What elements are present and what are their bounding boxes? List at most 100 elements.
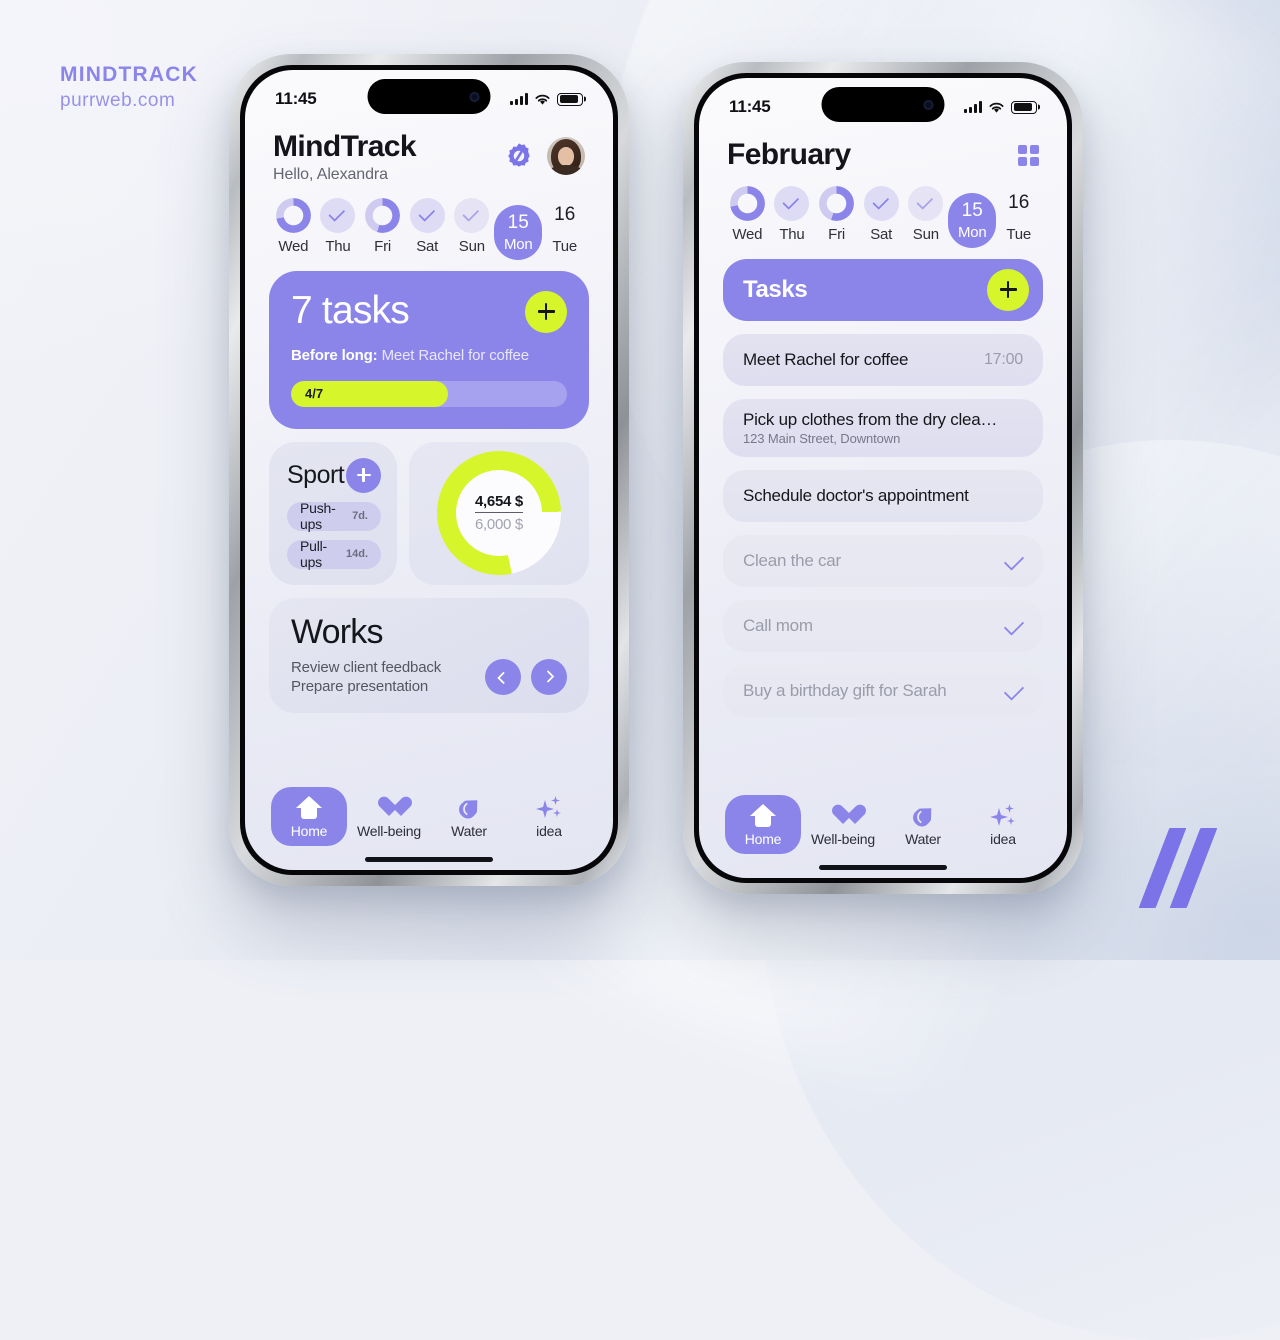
grid-view-icon[interactable] (1018, 145, 1039, 166)
works-card[interactable]: Works Review client feedback Prepare pre… (269, 597, 589, 713)
day-check (320, 197, 356, 233)
background-scene (0, 0, 1280, 1340)
tab-label: Well-being (357, 823, 421, 839)
task-row[interactable]: Buy a birthday gift for Sarah (723, 664, 1043, 717)
day-item-sun[interactable]: Sun (450, 197, 495, 255)
task-time: 17:00 (983, 350, 1023, 368)
status-indicators (510, 92, 583, 106)
cellular-signal-icon (964, 101, 982, 113)
sport-card[interactable]: Sport Push-ups 7d. Pull-ups 14d. (269, 441, 397, 585)
tasks-progress-bar: 4/7 (291, 380, 567, 407)
gear-slash-icon[interactable] (504, 141, 534, 171)
day-item-sat[interactable]: Sat (405, 197, 450, 255)
front-camera-icon (923, 99, 934, 110)
tab-label: Water (905, 831, 941, 847)
day-item-thu[interactable]: Thu (316, 197, 361, 255)
day-item-wed[interactable]: Wed (271, 197, 316, 255)
front-camera-icon (469, 91, 480, 102)
day-item-tue[interactable]: 16 Tue (542, 198, 587, 255)
bottom-nav-left: Home Well-being Water idea (245, 781, 613, 848)
sport-item-pushups[interactable]: Push-ups 7d. (287, 500, 381, 533)
budget-goal: 6,000 $ (475, 516, 523, 534)
heart-icon (831, 803, 855, 829)
tab-wellbeing[interactable]: Well-being (351, 787, 427, 846)
day-label: Thu (325, 237, 351, 255)
next-task-text: Meet Rachel for coffee (381, 346, 529, 364)
day-item-sun[interactable]: Sun (904, 185, 949, 243)
check-icon[interactable] (1003, 615, 1025, 636)
day-item-fri[interactable]: Fri (814, 185, 859, 243)
day-label: Thu (779, 225, 805, 243)
check-icon[interactable] (1003, 680, 1025, 701)
budget-card[interactable]: 4,654 $ 6,000 $ (409, 441, 589, 585)
tab-water[interactable]: Water (885, 795, 961, 854)
tab-label: idea (536, 823, 562, 839)
tab-water[interactable]: Water (431, 787, 507, 846)
home-indicator-right (699, 856, 1067, 878)
day-check (774, 185, 810, 221)
day-date: 16 (1008, 192, 1030, 214)
sport-title: Sport (287, 460, 345, 489)
day-date: 15 (961, 199, 983, 221)
task-row[interactable]: Schedule doctor's appointment (723, 469, 1043, 522)
task-row[interactable]: Meet Rachel for coffee 17:00 (723, 333, 1043, 386)
phone-mockup-left: 11:45 MindTrack Hello, Alexandra Wed Thu… (229, 54, 629, 886)
day-check (863, 185, 899, 221)
water-drop-icon (457, 795, 481, 821)
add-task-button[interactable] (987, 268, 1029, 311)
tab-label: Home (744, 831, 782, 847)
add-sport-button[interactable] (346, 457, 381, 493)
page-title: February (727, 138, 851, 171)
task-row[interactable]: Clean the car (723, 534, 1043, 587)
mid-row: Sport Push-ups 7d. Pull-ups 14d. 4,654 $… (269, 441, 589, 585)
plus-icon (537, 303, 555, 321)
tab-home[interactable]: Home (271, 787, 347, 846)
day-check (409, 197, 445, 233)
day-label: Wed (732, 225, 763, 243)
heart-icon (377, 795, 401, 821)
works-prev-button[interactable] (485, 658, 521, 695)
day-progress-ring (365, 197, 401, 233)
task-subtitle: 123 Main Street, Downtown (743, 430, 901, 446)
sport-item-name: Push-ups (300, 500, 336, 533)
works-title: Works (291, 612, 384, 651)
header-actions (1018, 138, 1039, 166)
next-task-prefix: Before long: (291, 346, 378, 364)
page-title: MindTrack (273, 130, 417, 163)
day-selector-left: Wed Thu Fri Sat Sun 15 Mon 16 Tue (245, 184, 613, 260)
day-item-tue[interactable]: 16 Tue (996, 186, 1041, 243)
check-icon[interactable] (1003, 550, 1025, 571)
tab-label: Home (290, 823, 328, 839)
task-texts: Schedule doctor's appointment (743, 486, 969, 506)
tab-idea[interactable]: idea (965, 795, 1041, 854)
add-task-button[interactable] (525, 290, 567, 333)
tab-home[interactable]: Home (725, 795, 801, 854)
task-row[interactable]: Call mom (723, 599, 1043, 652)
avatar[interactable] (547, 137, 585, 175)
tab-label: idea (990, 831, 1016, 847)
home-content: 7 tasks Before long: Meet Rachel for cof… (245, 255, 613, 781)
works-next-button[interactable] (531, 658, 567, 695)
day-item-sat[interactable]: Sat (859, 185, 904, 243)
tasks-list-header: Tasks (723, 258, 1043, 321)
day-date: 15 (507, 211, 529, 233)
day-item-wed[interactable]: Wed (725, 185, 770, 243)
tab-wellbeing[interactable]: Well-being (805, 795, 881, 854)
task-texts: Clean the car (743, 551, 841, 571)
day-item-mon-selected[interactable]: 15 Mon (948, 192, 997, 248)
task-row[interactable]: Pick up clothes from the dry clea… 123 M… (723, 398, 1043, 457)
double-slash-logo-icon (1138, 828, 1222, 908)
check-icon (782, 192, 800, 210)
brand-website: purrweb.com (60, 90, 176, 112)
day-item-mon-selected[interactable]: 15 Mon (494, 204, 543, 260)
task-name: Call mom (743, 615, 813, 635)
tasks-summary-card[interactable]: 7 tasks Before long: Meet Rachel for cof… (269, 270, 589, 429)
tasks-progress-fill: 4/7 (291, 380, 449, 407)
tab-idea[interactable]: idea (511, 787, 587, 846)
day-item-fri[interactable]: Fri (360, 197, 405, 255)
home-icon (296, 795, 322, 821)
chevron-right-icon (541, 670, 554, 684)
works-line: Review client feedback (291, 658, 442, 676)
sport-item-pullups[interactable]: Pull-ups 14d. (287, 538, 381, 570)
day-item-thu[interactable]: Thu (770, 185, 815, 243)
